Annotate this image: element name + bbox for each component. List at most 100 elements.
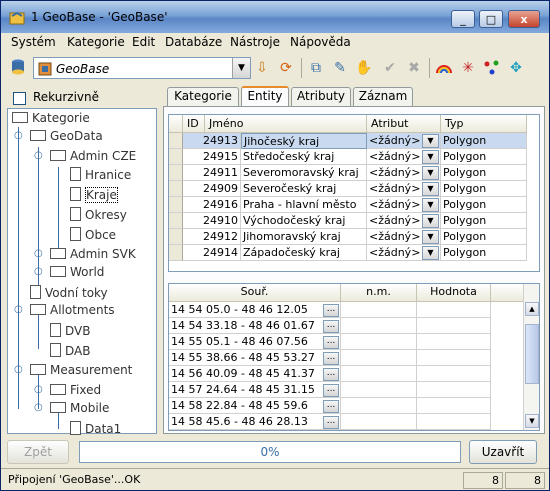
coordinate-edit-button[interactable]: ... — [323, 336, 339, 349]
chevron-down-icon[interactable]: ▼ — [422, 246, 439, 260]
column-header-typ[interactable]: Typ — [441, 115, 527, 133]
table-row[interactable]: 14 55 38.66 - 48 45 53.27... — [169, 350, 527, 366]
tree-node-kategorie[interactable]: Kategorie — [12, 111, 90, 127]
table-row[interactable]: 24910 Východočeský kraj <žádný> ▼ Polygo… — [169, 213, 527, 229]
tree-node-measurement[interactable]: Measurement — [30, 363, 132, 379]
database-combo[interactable]: GeoBase ▼ — [33, 57, 251, 79]
close-button[interactable]: x — [508, 10, 540, 28]
menu-kategorie[interactable]: Kategorie — [67, 35, 125, 49]
table-row[interactable]: 14 56 40.09 - 48 45 41.37... — [169, 366, 527, 382]
coordinate-edit-button[interactable]: ... — [323, 400, 339, 413]
refresh-icon[interactable]: ⟳ — [277, 59, 295, 77]
chevron-down-icon[interactable]: ▼ — [422, 182, 439, 196]
collapse-handle[interactable]: ○ — [34, 402, 43, 413]
table-row[interactable]: 24916 Praha - hlavní město <žádný> ▼ Pol… — [169, 197, 527, 213]
coordinate-edit-button[interactable]: ... — [323, 304, 339, 317]
chevron-down-icon[interactable]: ▼ — [422, 166, 439, 180]
table-row[interactable]: 24915 Středočeský kraj <žádný> ▼ Polygon — [169, 149, 527, 165]
column-header-jmeno[interactable]: Jméno — [205, 115, 367, 133]
tab-entity[interactable]: Entity — [241, 86, 289, 107]
confirm-icon[interactable]: ✔ — [381, 59, 399, 77]
tab-zaznam[interactable]: Záznam — [353, 87, 413, 106]
edit-icon[interactable]: ✎ — [331, 59, 349, 77]
cancel-icon[interactable]: ✖ — [405, 59, 423, 77]
table-row[interactable]: 14 57 24.64 - 48 45 31.15... — [169, 382, 527, 398]
maximize-button[interactable]: □ — [479, 10, 503, 28]
column-header-nm[interactable]: n.m. — [341, 284, 417, 302]
scroll-thumb[interactable] — [525, 324, 539, 384]
puzzle-icon[interactable]: ✥ — [507, 59, 525, 77]
chevron-down-icon[interactable]: ▼ — [422, 150, 439, 164]
column-header-sour[interactable]: Souř. — [169, 284, 341, 302]
tree-node-allotments[interactable]: Allotments — [30, 303, 115, 319]
chevron-down-icon[interactable]: ▼ — [422, 198, 439, 212]
menu-nastroje[interactable]: Nástroje — [230, 35, 280, 49]
tab-atributy[interactable]: Atributy — [291, 87, 351, 106]
scroll-down-icon[interactable]: ▼ — [525, 414, 539, 428]
chevron-down-icon[interactable]: ▼ — [422, 230, 439, 244]
tab-kategorie[interactable]: Kategorie — [167, 87, 239, 106]
tree-node-vodni-toky[interactable]: Vodní toky — [30, 285, 108, 301]
coordinate-edit-button[interactable]: ... — [323, 352, 339, 365]
chevron-down-icon[interactable]: ▼ — [232, 58, 250, 78]
nodes-icon[interactable] — [483, 59, 501, 77]
recursive-checkbox[interactable] — [13, 92, 26, 105]
table-row[interactable]: 24914 Západočeský kraj <žádný> ▼ Polygon — [169, 245, 527, 261]
expand-handle[interactable]: ○ — [34, 266, 43, 277]
table-row[interactable]: 14 58 22.84 - 48 45 59.6... — [169, 398, 527, 414]
expand-handle[interactable]: ○ — [34, 384, 43, 395]
menu-databaze[interactable]: Databáze — [165, 35, 222, 49]
tree-node-geodata[interactable]: GeoData — [30, 129, 103, 145]
tree-node-hranice[interactable]: Hranice — [70, 167, 131, 183]
tree-node-mobile[interactable]: Mobile — [50, 401, 109, 417]
table-row[interactable]: 14 58 45.6 - 48 46 28.13... — [169, 414, 527, 430]
table-row[interactable]: 14 55 05.1 - 48 46 07.56... — [169, 334, 527, 350]
table-row[interactable]: 14 54 33.18 - 48 46 01.67... — [169, 318, 527, 334]
title-bar[interactable]: 1 GeoBase - 'GeoBase' _ □ x — [1, 1, 549, 33]
database-icon[interactable] — [9, 58, 27, 76]
column-header-atribut[interactable]: Atribut — [367, 115, 441, 133]
database-value: GeoBase — [56, 62, 110, 76]
column-header-hodnota[interactable]: Hodnota — [417, 284, 491, 302]
tree-node-admin-svk[interactable]: Admin SVK — [50, 247, 136, 263]
table-row[interactable]: 24913 Jihočeský kraj <žádný> ▼ Polygon — [169, 133, 527, 149]
vertical-scrollbar[interactable]: ▲ ▼ — [523, 284, 539, 430]
collapse-handle[interactable]: ○ — [14, 130, 23, 141]
column-header-id[interactable]: ID — [183, 115, 205, 133]
chevron-down-icon[interactable]: ▼ — [422, 134, 439, 148]
table-row[interactable]: 24909 Severočeský kraj <žádný> ▼ Polygon — [169, 181, 527, 197]
minimize-button[interactable]: _ — [451, 10, 475, 28]
rainbow-icon[interactable] — [435, 59, 453, 77]
coordinate-edit-button[interactable]: ... — [323, 384, 339, 397]
tree-node-admin-cze[interactable]: Admin CZE — [50, 149, 136, 165]
tree-node-fixed[interactable]: Fixed — [50, 383, 101, 399]
close-dialog-button[interactable]: Uzavřít — [469, 440, 537, 464]
import-icon[interactable]: ⇩ — [253, 59, 271, 77]
scroll-up-icon[interactable]: ▲ — [525, 302, 539, 316]
menu-edit[interactable]: Edit — [132, 35, 155, 49]
expand-handle[interactable]: ○ — [34, 248, 43, 259]
star-icon[interactable]: ✳ — [459, 59, 477, 77]
tree-node-obce[interactable]: Obce — [70, 227, 116, 243]
tree-node-data1[interactable]: Data1 — [70, 421, 121, 436]
back-button[interactable]: Zpět — [7, 440, 69, 464]
tree-node-dvb[interactable]: DVB — [50, 323, 90, 339]
table-row[interactable]: 24912 Jihomoravský kraj <žádný> ▼ Polygo… — [169, 229, 527, 245]
coordinate-edit-button[interactable]: ... — [323, 416, 339, 429]
table-row[interactable]: 14 54 05.0 - 48 46 12.05... — [169, 302, 527, 318]
copy-icon[interactable]: ⧉ — [307, 59, 325, 77]
coordinate-edit-button[interactable]: ... — [323, 320, 339, 333]
table-row[interactable]: 24911 Severomoravský kraj <žádný> ▼ Poly… — [169, 165, 527, 181]
tree-node-okresy[interactable]: Okresy — [70, 207, 127, 223]
chevron-down-icon[interactable]: ▼ — [422, 214, 439, 228]
collapse-handle[interactable]: ○ — [14, 304, 23, 315]
tree-node-world[interactable]: World — [50, 265, 104, 281]
menu-system[interactable]: Systém — [11, 35, 56, 49]
collapse-handle[interactable]: ○ — [14, 364, 23, 375]
tree-node-kraje[interactable]: Kraje — [70, 187, 118, 203]
menu-napoveda[interactable]: Nápověda — [290, 35, 351, 49]
coordinate-edit-button[interactable]: ... — [323, 368, 339, 381]
hand-icon[interactable]: ✋ — [355, 59, 373, 77]
tree-node-dab[interactable]: DAB — [50, 343, 90, 359]
collapse-handle[interactable]: ○ — [34, 150, 43, 161]
